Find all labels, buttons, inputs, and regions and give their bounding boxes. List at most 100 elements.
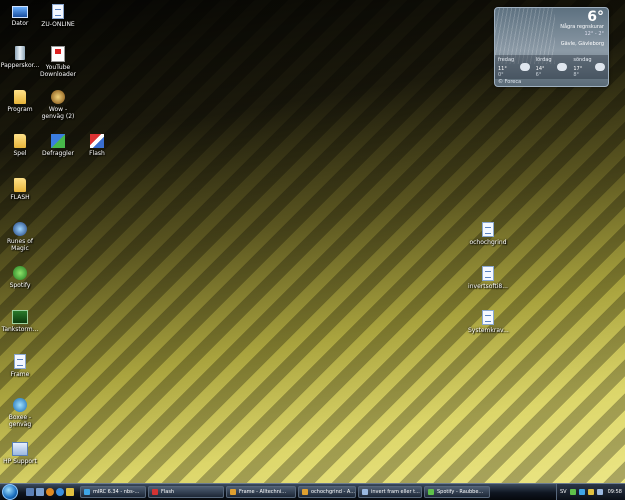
forecast-day-name: fredag: [498, 57, 515, 63]
weather-forecast: fredag 11° 0° lördag 14° 6° söndag 17° 8…: [495, 55, 608, 79]
desktop-icon-runes-of-magic[interactable]: Runes of Magic: [0, 222, 40, 252]
desktop-icon-flash-folder[interactable]: FLASH: [0, 178, 40, 201]
folder-icon: [14, 90, 26, 104]
document-icon: [482, 266, 494, 281]
desktop-icon-label: HP Support: [3, 458, 37, 465]
desktop-icon-label: ochochgrind: [469, 239, 507, 246]
document-icon: [52, 4, 64, 19]
folder-icon: [14, 134, 26, 148]
forecast-low: 6°: [535, 72, 542, 78]
taskbar-button-spotify[interactable]: Spotify - Raubbe...: [424, 486, 490, 498]
taskbar-button-label: invert fram eller t...: [371, 489, 420, 495]
desktop-icon-label: Spel: [13, 150, 27, 157]
switch-windows-icon[interactable]: [36, 488, 44, 496]
desktop-icon-label: Program: [7, 106, 33, 113]
language-indicator[interactable]: SV: [560, 489, 567, 495]
taskbar-button-ochochgrind[interactable]: ochochgrind - A...: [298, 486, 356, 498]
spotify-tray-icon[interactable]: [569, 489, 576, 495]
forecast-day: fredag 11° 0°: [495, 55, 533, 79]
weather-gadget[interactable]: 6° Några regnskurar 12° - 2° Gävle, Gävl…: [494, 7, 609, 87]
taskbar-button-frame[interactable]: Frame - Alltechni...: [226, 486, 296, 498]
folder-icon: [14, 178, 26, 192]
help-icon: [12, 442, 28, 456]
desktop-icon-label: Runes of Magic: [6, 238, 33, 252]
volume-icon[interactable]: [596, 489, 603, 495]
document-icon: [482, 310, 494, 325]
flash-icon: [152, 489, 158, 495]
desktop-icon-label: Wow - genväg (2): [41, 106, 75, 120]
desktop-icon-wow[interactable]: Wow - genväg (2): [38, 90, 78, 120]
game-icon: [12, 310, 28, 324]
desktop-icon-spotify[interactable]: Spotify: [0, 266, 40, 289]
desktop-icon-zu-online[interactable]: ZU-ONLINE: [38, 4, 78, 28]
desktop-icon-label: Papperskor...: [0, 62, 40, 69]
taskbar-button-flash[interactable]: Flash: [148, 486, 224, 498]
desktop-icon-tankstorm[interactable]: Tankstorm...: [0, 310, 40, 333]
desktop-icon-boxee[interactable]: Boxee - genväg: [0, 398, 40, 428]
rain-cloud-icon: [519, 63, 530, 71]
defraggler-icon: [51, 134, 65, 148]
desktop-icon-hp-support[interactable]: HP Support: [0, 442, 40, 465]
start-button[interactable]: [2, 484, 18, 500]
desktop-icon-label: Tankstorm...: [1, 326, 39, 333]
forecast-day-name: söndag: [573, 57, 592, 63]
quick-launch: [26, 488, 74, 496]
firefox-icon[interactable]: [46, 488, 54, 496]
desktop-icon-defraggler[interactable]: Defraggler: [38, 134, 78, 157]
folder-icon: [230, 489, 236, 495]
taskbar-button-mirc[interactable]: mIRC 6.34 - nbs-...: [80, 486, 146, 498]
desktop-icon-youtube-downloader[interactable]: YouTube Downloader: [38, 46, 78, 78]
desktop-icon-label: Defraggler: [41, 150, 74, 157]
cloud-icon: [557, 63, 568, 71]
network-icon[interactable]: [578, 489, 585, 495]
wow-icon: [51, 90, 65, 104]
desktop-icon-flash[interactable]: Flash: [77, 134, 117, 157]
desktop-icon-label: ZU-ONLINE: [41, 21, 75, 28]
taskbar-button-label: Flash: [161, 489, 175, 495]
desktop-icon-ochochgrind[interactable]: ochochgrind: [468, 222, 508, 246]
clock[interactable]: 09:58: [608, 489, 622, 495]
document-icon: [482, 222, 494, 237]
recycle-bin-icon: [15, 46, 25, 60]
show-desktop-icon[interactable]: [26, 488, 34, 496]
document-icon: [362, 489, 368, 495]
weather-temperature: 6°: [587, 9, 604, 25]
flash-icon: [90, 134, 104, 148]
desktop-icon-label: invertsofti8...: [468, 283, 508, 290]
desktop-icon-recycle-bin[interactable]: Papperskor...: [0, 46, 40, 69]
taskbar-button-label: ochochgrind - A...: [311, 489, 355, 495]
desktop-icon-spel[interactable]: Spel: [0, 134, 40, 157]
desktop-icon-label: Boxee - genväg: [8, 414, 32, 428]
desktop-icon-label: Frame: [10, 371, 30, 378]
weather-city: Gävle, Gävleborg: [560, 41, 604, 47]
desktop-icon-program[interactable]: Program: [0, 90, 40, 113]
internet-explorer-icon[interactable]: [56, 488, 64, 496]
forecast-low: 0°: [498, 72, 504, 78]
desktop-icon-systemkrav[interactable]: Systemkrav...: [468, 310, 509, 334]
computer-icon: [12, 6, 28, 18]
taskbar-button-label: mIRC 6.34 - nbs-...: [93, 489, 140, 495]
weather-condition: Några regnskurar: [560, 24, 604, 30]
youtube-downloader-icon: [51, 46, 65, 62]
taskbar-button-invert[interactable]: invert fram eller t...: [358, 486, 422, 498]
desktop-icon-dator[interactable]: Dator: [0, 4, 40, 27]
boxee-icon: [13, 398, 27, 412]
taskbar-tasks: mIRC 6.34 - nbs-... Flash Frame - Alltec…: [80, 486, 490, 498]
spotify-icon: [13, 266, 27, 280]
desktop-icon-invertsofti8[interactable]: invertsofti8...: [468, 266, 508, 290]
rain-cloud-icon: [595, 63, 606, 71]
taskbar-button-label: Spotify - Raubbe...: [437, 489, 484, 495]
folder-icon[interactable]: [66, 488, 74, 496]
desktop-icon-frame[interactable]: Frame: [0, 354, 40, 378]
desktop-icon-label: YouTube Downloader: [40, 64, 76, 78]
weather-hilo: 12° - 2°: [584, 31, 604, 37]
desktop-icon-label: Spotify: [9, 282, 31, 289]
update-icon[interactable]: [587, 489, 594, 495]
forecast-day-name: lördag: [535, 57, 552, 63]
taskbar-button-label: Frame - Alltechni...: [239, 489, 287, 495]
system-tray: SV 09:58: [555, 484, 625, 500]
desktop-icon-label: Dator: [11, 20, 29, 27]
runes-of-magic-icon: [13, 222, 27, 236]
spotify-icon: [428, 489, 434, 495]
forecast-low: 8°: [573, 72, 580, 78]
